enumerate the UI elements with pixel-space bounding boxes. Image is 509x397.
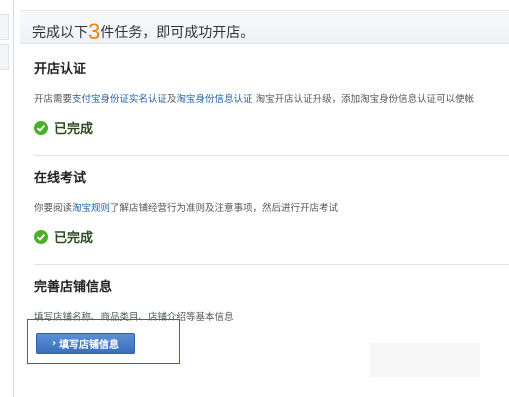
- status-completed: 已完成: [34, 118, 509, 137]
- page-title: 完成以下3件任务，即可成功开店。: [32, 17, 255, 44]
- desc-text: 了解店铺经营行为准则及注意事项，然后进行开店考试: [110, 203, 339, 214]
- left-rail-tab[interactable]: [0, 44, 9, 70]
- section-description: 你要阅读淘宝规则了解店铺经营行为准则及注意事项，然后进行开店考试: [34, 200, 509, 214]
- section-title: 在线考试: [34, 171, 87, 186]
- status-label: 已完成: [54, 231, 94, 246]
- section-divider: [34, 155, 509, 156]
- desc-text: 及: [167, 94, 177, 105]
- section-title: 完善店铺信息: [34, 280, 113, 295]
- fill-shop-info-button[interactable]: › 填写店铺信息: [36, 333, 135, 354]
- button-label: 填写店铺信息: [59, 340, 120, 351]
- check-circle-icon: [34, 120, 48, 135]
- check-circle-icon: [34, 229, 48, 244]
- chevron-right-icon: ›: [51, 338, 57, 349]
- section-divider: [34, 264, 509, 265]
- task-header: 完成以下3件任务，即可成功开店。: [20, 10, 509, 44]
- status-label: 已完成: [54, 122, 94, 137]
- task-count: 3: [88, 19, 101, 44]
- image-glare: [370, 343, 480, 377]
- section-shop-verification: 开店认证 开店需要支付宝身份证实名认证及淘宝身份信息认证 淘宝开店认证升级，添加…: [34, 58, 509, 137]
- desc-text: 你要阅读: [34, 203, 73, 214]
- section-description: 开店需要支付宝身份证实名认证及淘宝身份信息认证 淘宝开店认证升级，添加淘宝身份信…: [34, 91, 509, 105]
- title-suffix: 件任务，即可成功开店。: [100, 25, 255, 41]
- left-rail-tab[interactable]: [0, 14, 9, 40]
- taobao-rules-link[interactable]: 淘宝规则: [72, 203, 110, 214]
- section-shop-info: 完善店铺信息 填写店铺名称、商品类目、店铺介绍等基本信息: [34, 276, 509, 323]
- section-title: 开店认证: [34, 62, 87, 77]
- section-online-exam: 在线考试 你要阅读淘宝规则了解店铺经营行为准则及注意事项，然后进行开店考试 已完…: [34, 167, 509, 246]
- desc-text: 淘宝开店认证升级，添加淘宝身份信息认证可以使帐: [252, 94, 475, 105]
- title-prefix: 完成以下: [32, 25, 88, 41]
- status-completed: 已完成: [34, 227, 509, 246]
- desc-text: 开店需要: [34, 94, 73, 105]
- alipay-verification-link[interactable]: 支付宝身份证实名认证: [72, 94, 167, 105]
- taobao-identity-link[interactable]: 淘宝身份信息认证: [177, 94, 253, 105]
- left-rail: [0, 0, 13, 397]
